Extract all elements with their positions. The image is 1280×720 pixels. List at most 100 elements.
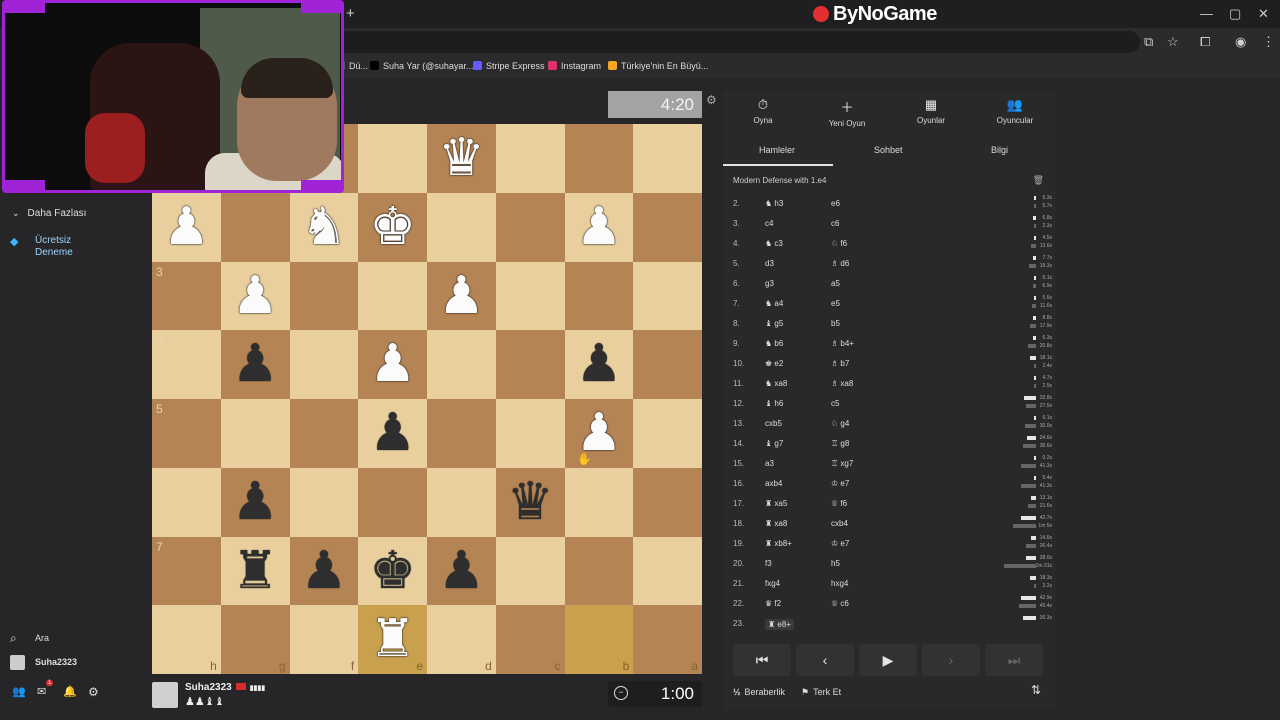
black-move[interactable]: ♗ d6 bbox=[831, 259, 849, 268]
chess-piece[interactable]: ♟ bbox=[290, 537, 359, 605]
install-app-icon[interactable]: ⧉ bbox=[1144, 34, 1153, 50]
board-square[interactable] bbox=[427, 399, 496, 468]
minimize-button[interactable]: — bbox=[1200, 6, 1213, 21]
chess-piece[interactable]: ♟ bbox=[221, 330, 290, 398]
black-move[interactable]: b5 bbox=[831, 319, 840, 328]
bookmark-star-icon[interactable]: ☆ bbox=[1167, 34, 1179, 50]
board-square[interactable] bbox=[358, 261, 427, 331]
tab-moves[interactable]: Hamleler bbox=[759, 145, 795, 155]
chess-piece[interactable]: ♟ bbox=[427, 537, 496, 605]
black-move[interactable]: a5 bbox=[831, 279, 840, 288]
maximize-button[interactable]: ▢ bbox=[1229, 6, 1241, 22]
white-move[interactable]: ♞ xa8 bbox=[765, 379, 787, 388]
bookmark-item[interactable]: Suha Yar (@suhayar... bbox=[370, 61, 473, 71]
white-move[interactable]: a3 bbox=[765, 459, 774, 468]
board-square[interactable] bbox=[427, 330, 496, 399]
sidebar-search[interactable]: ⌕ Ara bbox=[10, 631, 49, 646]
chess-piece[interactable]: ♞ bbox=[290, 193, 359, 261]
black-move[interactable]: ♖ g8 bbox=[831, 439, 849, 448]
last-move-button[interactable]: ⏭ bbox=[985, 644, 1043, 676]
brand-logo[interactable]: ByNoGame bbox=[813, 3, 937, 26]
move-row[interactable]: 15. a3 ♖ xg7 0.2s 41.3s bbox=[723, 453, 1056, 473]
chess-board[interactable]: 2 3 4 5 6 7 8 h g f e d c b a ♛ ♟ ♞ ♚ ♟ ♟ ♟ ♟ ♟ ♟ ♟ ♟ ♟ ♛ ♜ ♟ ♚ ♟ ♜ bbox=[152, 124, 702, 674]
move-row[interactable]: 21. fxg4 hxg4 18.3s 3.2s bbox=[723, 573, 1056, 593]
board-square[interactable] bbox=[564, 467, 634, 537]
board-square[interactable] bbox=[495, 124, 565, 193]
white-move[interactable]: ♜ xa8 bbox=[765, 519, 787, 528]
board-square[interactable] bbox=[633, 467, 702, 537]
board-square[interactable] bbox=[633, 536, 702, 606]
board-square[interactable] bbox=[564, 124, 634, 193]
move-row[interactable]: 12. ♝ h6 c5 33.8s 27.5s bbox=[723, 393, 1056, 413]
white-move[interactable]: ♞ b6 bbox=[765, 339, 783, 348]
player-avatar[interactable] bbox=[152, 682, 178, 708]
white-move[interactable]: ♛ f2 bbox=[765, 599, 781, 608]
move-row[interactable]: 3. c4 c6 6.8s 2.3s bbox=[723, 213, 1056, 233]
profile-icon[interactable]: ◉ bbox=[1235, 34, 1246, 50]
tab-info[interactable]: Bilgi bbox=[991, 145, 1008, 155]
prev-move-button[interactable]: ‹ bbox=[796, 644, 854, 676]
close-window-button[interactable]: ✕ bbox=[1258, 6, 1269, 22]
board-square[interactable] bbox=[495, 261, 565, 331]
white-move[interactable]: ♝ g5 bbox=[765, 319, 783, 328]
chess-piece[interactable]: ♟ bbox=[427, 262, 496, 330]
black-move[interactable]: ♕ c6 bbox=[831, 599, 849, 608]
white-move[interactable]: ♝ g7 bbox=[765, 439, 783, 448]
move-row[interactable]: 22. ♛ f2 ♕ c6 42.9s 45.4s bbox=[723, 593, 1056, 613]
white-move[interactable]: ♞ h3 bbox=[765, 199, 783, 208]
board-square[interactable] bbox=[633, 261, 702, 331]
chess-piece[interactable]: ♟ bbox=[358, 330, 427, 398]
chess-piece[interactable]: ♚ bbox=[358, 537, 427, 605]
board-square[interactable] bbox=[358, 124, 427, 193]
board-square[interactable] bbox=[495, 192, 565, 262]
board-square[interactable] bbox=[220, 399, 290, 468]
black-move[interactable]: c6 bbox=[831, 219, 839, 228]
tab-games[interactable]: ▦ Oyunlar bbox=[891, 97, 971, 125]
move-list[interactable]: 2. ♞ h3 e6 5.3s 5.7s 3. c4 c6 6.8s 2.3s 4. ♞ c3 ♘ f6… bbox=[723, 193, 1056, 630]
move-row[interactable]: 17. ♜ xa5 ♕ f6 13.1s 21.6s bbox=[723, 493, 1056, 513]
black-move[interactable]: ♖ xg7 bbox=[831, 459, 853, 468]
black-move[interactable]: ♘ g4 bbox=[831, 419, 849, 428]
move-row[interactable]: 23. ♜ e8+ 36.3s bbox=[723, 613, 1056, 633]
board-square[interactable] bbox=[495, 399, 565, 468]
board-square[interactable] bbox=[220, 192, 290, 262]
board-square[interactable] bbox=[633, 124, 702, 193]
move-row[interactable]: 11. ♞ xa8 ♗ xa8 4.7s 2.5s bbox=[723, 373, 1056, 393]
move-row[interactable]: 4. ♞ c3 ♘ f6 4.5s 13.6s bbox=[723, 233, 1056, 253]
tab-new-game[interactable]: ＋ Yeni Oyun bbox=[807, 97, 887, 128]
url-input[interactable] bbox=[330, 31, 1140, 53]
board-square[interactable] bbox=[564, 536, 634, 606]
player-name-row[interactable]: Suha2323 ▮▮▮▮ bbox=[185, 682, 265, 693]
chess-piece[interactable]: ♟ bbox=[358, 399, 427, 467]
board-square[interactable] bbox=[633, 192, 702, 262]
chess-piece[interactable]: ♟ bbox=[565, 399, 634, 467]
black-move[interactable]: hxg4 bbox=[831, 579, 848, 588]
trash-icon[interactable]: 🗑 bbox=[1033, 175, 1044, 186]
chess-piece[interactable]: ♜ bbox=[221, 537, 290, 605]
board-square[interactable] bbox=[633, 330, 702, 399]
flip-board-icon[interactable]: ⇅ bbox=[1031, 683, 1041, 697]
board-square[interactable] bbox=[358, 467, 427, 537]
move-row[interactable]: 2. ♞ h3 e6 5.3s 5.7s bbox=[723, 193, 1056, 213]
browser-menu-icon[interactable]: ⋮ bbox=[1262, 34, 1275, 50]
move-row[interactable]: 7. ♞ a4 e5 5.5s 11.6s bbox=[723, 293, 1056, 313]
move-row[interactable]: 5. d3 ♗ d6 7.7s 19.3s bbox=[723, 253, 1056, 273]
white-move[interactable]: d3 bbox=[765, 259, 774, 268]
chess-piece[interactable]: ♛ bbox=[496, 468, 565, 536]
move-row[interactable]: 18. ♜ xa8 cxb4 42.7s 1m 5s bbox=[723, 513, 1056, 533]
chess-piece[interactable]: ♛ bbox=[427, 124, 496, 192]
white-move[interactable]: cxb5 bbox=[765, 419, 782, 428]
tab-chat[interactable]: Sohbet bbox=[874, 145, 903, 155]
settings-gear-icon[interactable]: ⚙ bbox=[88, 685, 99, 699]
board-square[interactable] bbox=[495, 330, 565, 399]
bookmark-item[interactable]: Instagram bbox=[548, 61, 601, 71]
bookmark-item[interactable]: Stripe Express bbox=[473, 61, 545, 71]
draw-button[interactable]: ½ Beraberlik bbox=[733, 687, 785, 697]
white-move[interactable]: c4 bbox=[765, 219, 773, 228]
white-move[interactable]: ♜ xa5 bbox=[765, 499, 787, 508]
white-move[interactable]: fxg4 bbox=[765, 579, 780, 588]
move-row[interactable]: 16. axb4 ♔ e7 5.4s 41.3s bbox=[723, 473, 1056, 493]
chess-piece[interactable]: ♟ bbox=[221, 262, 290, 330]
black-move[interactable]: e5 bbox=[831, 299, 840, 308]
move-row[interactable]: 10. ♚ e2 ♗ b7 18.1s 2.4s bbox=[723, 353, 1056, 373]
